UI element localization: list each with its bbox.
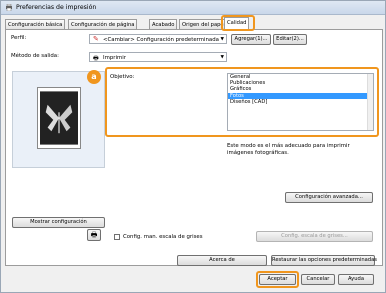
preview-page	[37, 87, 81, 149]
profile-value: <Cambiar> Configuración predeterminada	[103, 36, 219, 43]
help-button[interactable]: Ayuda	[338, 274, 374, 285]
output-method-select[interactable]: 🖶 Imprimir ▼	[89, 52, 227, 62]
about-button[interactable]: Acerca de	[177, 255, 267, 266]
grayscale-checkbox[interactable]	[114, 234, 120, 240]
quality-tab-highlight	[221, 15, 255, 31]
profile-label: Perfil:	[11, 35, 27, 41]
objective-label: Objetivo:	[110, 74, 135, 80]
tab-paper-source[interactable]: Origen del pape	[179, 19, 227, 29]
advanced-settings-button[interactable]: Configuración avanzada...	[285, 192, 373, 203]
print-preview	[12, 71, 105, 168]
printer-icon	[6, 4, 12, 11]
objective-listbox[interactable]: General Publicaciones Gráficos Fotos Dis…	[227, 73, 374, 131]
title-bar: Preferencias de impresión	[1, 1, 385, 15]
list-item[interactable]: Diseños [CAD]	[228, 99, 373, 105]
tab-label: Acabado	[152, 22, 175, 28]
tab-basic-settings[interactable]: Configuración básica	[5, 19, 66, 29]
output-method-label: Método de salida:	[11, 53, 59, 59]
show-settings-button[interactable]: Mostrar configuración	[12, 217, 105, 228]
printer-icon: 🖶	[90, 231, 98, 239]
listbox-scrollbar[interactable]	[367, 74, 373, 130]
cancel-button[interactable]: Cancelar	[301, 274, 335, 285]
printer-info-button[interactable]: 🖶	[87, 229, 101, 241]
accept-button[interactable]: Aceptar	[259, 274, 296, 285]
grayscale-settings-button: Config. escala de grises...	[256, 231, 373, 242]
restore-defaults-button[interactable]: Restaurar las opciones predeterminadas	[271, 255, 377, 266]
tab-label: Origen del pape	[182, 22, 224, 28]
output-method-value: Imprimir	[103, 54, 126, 61]
window-title: Preferencias de impresión	[16, 4, 97, 11]
tab-finishing[interactable]: Acabado	[149, 19, 178, 29]
grayscale-checkbox-label: Config. man. escala de grises	[123, 234, 203, 240]
chevron-down-icon: ▼	[220, 55, 224, 60]
edit-profile-button[interactable]: Editar(2)...	[273, 34, 307, 45]
butterfly-photo-icon	[40, 91, 78, 145]
tab-label: Configuración de página	[71, 22, 135, 28]
tab-page-settings[interactable]: Configuración de página	[68, 19, 138, 29]
printer-icon: 🖶	[93, 55, 99, 62]
objective-description: Este modo es el más adecuado para imprim…	[227, 143, 350, 156]
print-preferences-window: Preferencias de impresión Configuración …	[0, 0, 386, 293]
chevron-down-icon: ▼	[220, 37, 224, 42]
callout-badge: a	[87, 70, 101, 84]
pencil-icon: ✎	[93, 35, 99, 43]
add-profile-button[interactable]: Agregar(1)...	[231, 34, 271, 45]
tab-label: Configuración básica	[8, 22, 63, 28]
profile-select[interactable]: ✎ <Cambiar> Configuración predeterminada…	[89, 34, 227, 44]
